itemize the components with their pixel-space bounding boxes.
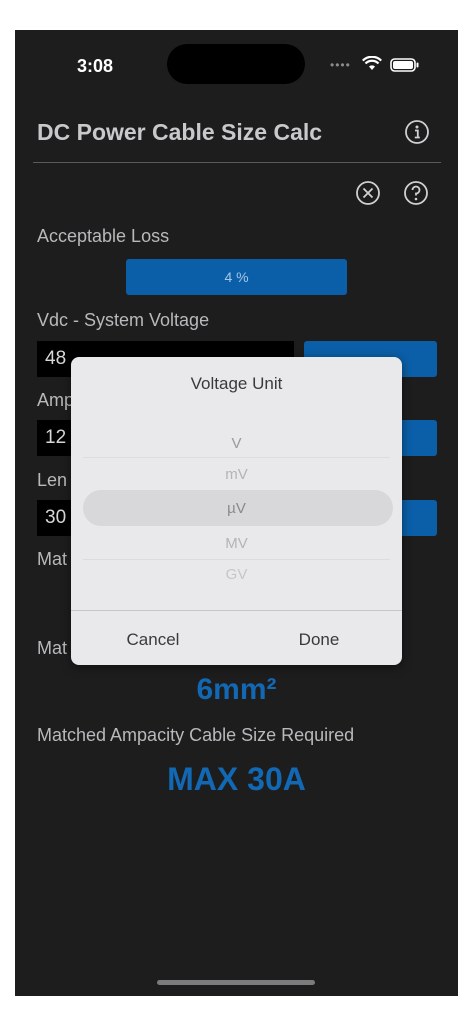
dialog-title: Voltage Unit <box>190 374 283 393</box>
picker-option-v[interactable]: V <box>83 435 390 452</box>
cable-size-result: 6mm² <box>196 673 277 706</box>
dialog-divider <box>71 610 402 611</box>
cancel-button[interactable]: Cancel <box>78 630 228 650</box>
info-icon[interactable] <box>404 119 430 145</box>
header-divider <box>33 162 441 163</box>
status-time: 3:08 <box>77 56 114 76</box>
done-button[interactable]: Done <box>244 630 394 650</box>
picker-option-uv[interactable]: µV <box>83 500 390 517</box>
picker-option-mv[interactable]: mV <box>83 466 390 483</box>
matched-label-1: Mat <box>37 549 68 569</box>
voltage-unit-dialog: Voltage Unit V mV µV MV GV Cancel Done <box>71 357 402 665</box>
app-screen: 3:08 •••• DC Power Cable Size Calc Accep… <box>15 30 458 996</box>
voltage-label: Vdc - System Voltage <box>37 310 210 330</box>
acceptable-loss-button[interactable]: 4 % <box>126 259 347 295</box>
picker-separator <box>83 559 390 560</box>
cellular-signal-icon: •••• <box>330 58 351 72</box>
help-icon[interactable] <box>403 180 429 206</box>
ampacity-result: MAX 30A <box>167 761 306 797</box>
ampacity-label: Matched Ampacity Cable Size Required <box>37 725 355 745</box>
amperage-label: Amp <box>37 390 75 410</box>
picker-option-gv[interactable]: GV <box>83 566 390 583</box>
unit-picker[interactable]: V mV µV MV GV <box>83 432 393 592</box>
matched-label-2: Mat <box>37 638 68 658</box>
page-title: DC Power Cable Size Calc <box>37 119 323 145</box>
home-indicator <box>157 980 315 985</box>
acceptable-loss-label: Acceptable Loss <box>37 226 170 246</box>
picker-separator <box>83 457 390 458</box>
clear-icon[interactable] <box>355 180 381 206</box>
wifi-icon <box>362 56 382 70</box>
length-label: Len <box>37 470 68 490</box>
battery-icon <box>390 58 419 72</box>
dynamic-island <box>167 44 305 84</box>
picker-option-megav[interactable]: MV <box>83 535 390 552</box>
